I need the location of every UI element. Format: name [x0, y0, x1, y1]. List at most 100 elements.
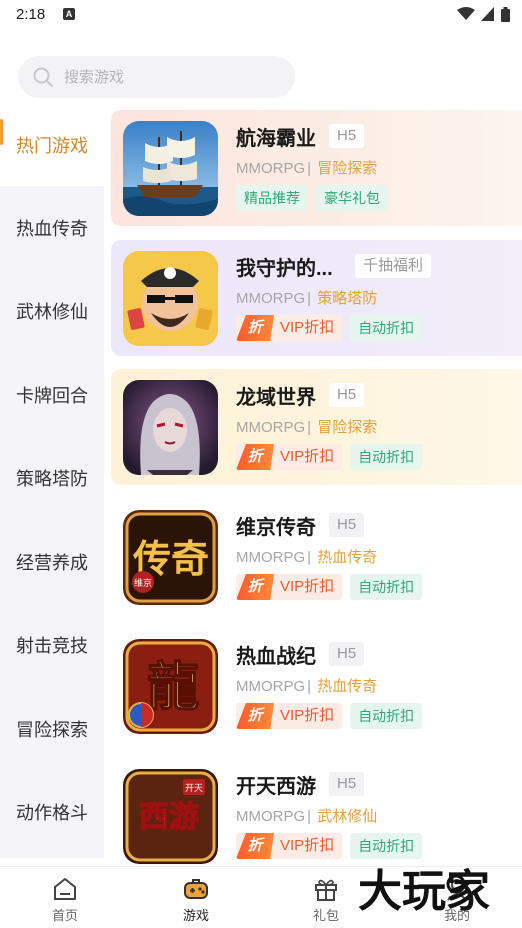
game-card-hanghai[interactable]: 航海霸业 H5 MMORPG | 冒险探索 精品推荐 豪华礼包	[111, 110, 522, 226]
game-genre: 冒险探索	[317, 160, 378, 177]
category-sidebar: 热门游戏 热血传奇 武林修仙 卡牌回合 策略塔防 经营养成 射击竞技 冒险探索 …	[0, 103, 104, 858]
game-platform-tag: H5	[329, 772, 365, 796]
game-genre: 热血传奇	[317, 549, 378, 566]
game-tags: 折 VIP折扣 自动折扣	[236, 833, 423, 859]
game-type: MMORPG	[236, 419, 306, 436]
vip-discount-label: VIP折扣	[280, 448, 335, 465]
game-tags: 折 VIP折扣 自动折扣	[236, 703, 423, 729]
gift-icon	[315, 879, 337, 901]
game-genre: 武林修仙	[317, 808, 378, 825]
sidebar-item-hot-games[interactable]: 热门游戏	[0, 103, 104, 186]
sidebar-item-simulation[interactable]: 经营养成	[0, 520, 104, 603]
legend-calligraphy-icon: 传奇 维京	[123, 510, 218, 605]
vip-discount-badge: 折 VIP折扣	[236, 833, 343, 859]
nav-games-label: 游戏	[182, 908, 209, 923]
nav-games[interactable]: 游戏	[166, 875, 226, 924]
sidebar-item-adventure[interactable]: 冒险探索	[0, 687, 104, 770]
status-time: 2:18	[16, 6, 46, 23]
game-card-weijing[interactable]: 传奇 维京 维京传奇 H5 MMORPG | 热血传奇 折 VIP折扣 自动折扣	[111, 499, 522, 615]
nav-home[interactable]: 首页	[35, 875, 95, 924]
game-genre: 热血传奇	[317, 678, 378, 695]
nav-gifts-label: 礼包	[312, 908, 339, 923]
notification-icon: A	[63, 8, 75, 20]
pirate-character-icon	[123, 251, 218, 346]
nav-gifts[interactable]: 礼包	[296, 875, 356, 924]
game-type: MMORPG	[236, 549, 306, 566]
vip-discount-label: VIP折扣	[280, 319, 335, 336]
sidebar-item-legend[interactable]: 热血传奇	[0, 186, 104, 269]
game-title: 热血战纪	[236, 646, 316, 668]
discount-icon: 折	[236, 833, 274, 859]
game-tags: 折 VIP折扣 自动折扣	[236, 315, 423, 341]
meta-separator: |	[307, 808, 312, 825]
meta-separator: |	[307, 290, 312, 307]
home-icon	[54, 878, 76, 900]
sidebar-item-strategy[interactable]: 策略塔防	[0, 436, 104, 519]
game-card-kaitian[interactable]: 西游 开天 开天西游 H5 MMORPG | 武林修仙 折 VIP折扣 自动折扣	[111, 758, 522, 874]
auto-discount-tag: 自动折扣	[350, 703, 423, 729]
search-input[interactable]	[64, 68, 264, 86]
vip-discount-badge: 折 VIP折扣	[236, 703, 343, 729]
game-genre: 冒险探索	[317, 419, 378, 436]
wifi-icon	[457, 7, 475, 20]
game-card-longyu[interactable]: 龙域世界 H5 MMORPG | 冒险探索 折 VIP折扣 自动折扣	[111, 369, 522, 485]
vip-discount-label: VIP折扣	[280, 578, 335, 595]
game-genre: 策略塔防	[317, 290, 378, 307]
sidebar-item-card[interactable]: 卡牌回合	[0, 353, 104, 436]
nav-home-label: 首页	[51, 908, 78, 923]
watermark-text: 大玩家	[358, 866, 490, 917]
sailing-ship-icon	[123, 121, 218, 216]
thumb-journey-text: 西游	[139, 800, 199, 835]
game-title: 航海霸业	[236, 128, 316, 150]
sidebar-item-shooter[interactable]: 射击竞技	[0, 603, 104, 686]
vip-discount-badge: 折 VIP折扣	[236, 315, 343, 341]
game-tags: 折 VIP折扣 自动折扣	[236, 574, 423, 600]
game-meta: MMORPG | 策略塔防	[236, 287, 377, 308]
game-platform-tag: H5	[329, 642, 365, 666]
vip-discount-label: VIP折扣	[280, 837, 335, 854]
game-meta: MMORPG | 武林修仙	[236, 805, 377, 826]
game-type: MMORPG	[236, 160, 306, 177]
status-icons	[457, 6, 510, 22]
discount-icon: 折	[236, 315, 274, 341]
game-meta: MMORPG | 热血传奇	[236, 546, 377, 567]
search-bar[interactable]	[18, 56, 295, 98]
auto-discount-tag: 自动折扣	[350, 833, 423, 859]
watermark-logo: 大玩家	[358, 866, 490, 917]
game-meta: MMORPG | 冒险探索	[236, 157, 377, 178]
game-platform-tag: H5	[329, 383, 365, 407]
search-icon	[33, 67, 53, 87]
thumb-dragon-text: 龍	[147, 657, 199, 718]
tag-gift-pack: 豪华礼包	[316, 185, 388, 211]
game-tags: 折 VIP折扣 自动折扣	[236, 444, 423, 470]
thumb-subtitle-text: 维京	[134, 577, 152, 589]
game-platform-tag: H5	[329, 513, 365, 537]
battery-icon	[501, 6, 510, 22]
meta-separator: |	[307, 678, 312, 695]
sidebar-item-wuxia[interactable]: 武林修仙	[0, 269, 104, 352]
vip-discount-badge: 折 VIP折扣	[236, 444, 343, 470]
auto-discount-tag: 自动折扣	[350, 574, 423, 600]
auto-discount-tag: 自动折扣	[350, 315, 423, 341]
game-card-shouhu[interactable]: 我守护的... 千抽福利 MMORPG | 策略塔防 折 VIP折扣 自动折扣	[111, 240, 522, 356]
signal-icon	[481, 7, 494, 21]
journey-west-icon: 西游 开天	[123, 769, 218, 864]
game-type: MMORPG	[236, 808, 306, 825]
game-title: 维京传奇	[236, 517, 316, 539]
meta-separator: |	[307, 419, 312, 436]
meta-separator: |	[307, 160, 312, 177]
vip-discount-label: VIP折扣	[280, 707, 335, 724]
vip-discount-badge: 折 VIP折扣	[236, 574, 343, 600]
game-meta: MMORPG | 冒险探索	[236, 416, 377, 437]
meta-separator: |	[307, 549, 312, 566]
game-title: 龙域世界	[236, 387, 316, 409]
tag-featured: 精品推荐	[236, 185, 308, 211]
status-bar: 2:18 A	[0, 0, 522, 30]
game-center-screen: 2:18 A 热门游戏 热血传奇 武林修仙 卡牌回合 策略塔防 经营养成 射击竞…	[0, 0, 522, 928]
dark-queen-icon	[123, 380, 218, 475]
game-card-rexue[interactable]: 龍 热血战纪 H5 MMORPG | 热血传奇 折 VIP折扣 自动折扣	[111, 628, 522, 744]
discount-icon: 折	[236, 703, 274, 729]
game-title: 开天西游	[236, 776, 316, 798]
sidebar-item-action[interactable]: 动作格斗	[0, 770, 104, 853]
game-type: MMORPG	[236, 678, 306, 695]
